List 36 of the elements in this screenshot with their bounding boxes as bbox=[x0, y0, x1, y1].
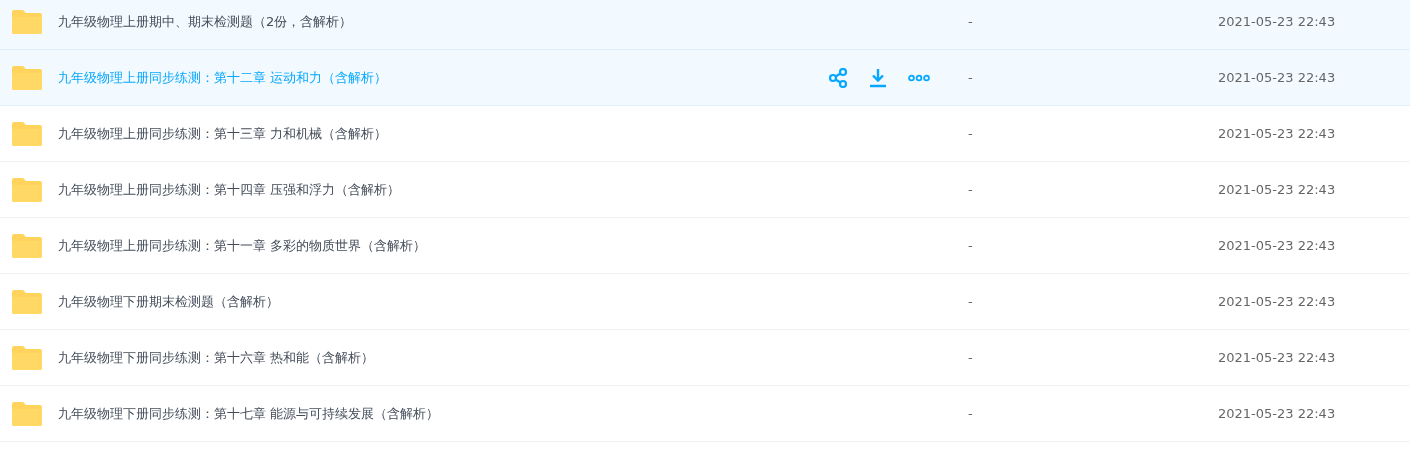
file-name[interactable]: 九年级物理上册同步练测：第十一章 多彩的物质世界（含解析） bbox=[58, 236, 818, 255]
modified-date: 2021-05-23 22:43 bbox=[1218, 182, 1336, 197]
folder-icon bbox=[11, 232, 43, 259]
file-row[interactable]: 九年级物理上册期中、期末检测题（2份，含解析） - 2021-05-23 22:43 bbox=[0, 0, 1410, 50]
file-name[interactable]: 九年级物理上册同步练测：第十三章 力和机械（含解析） bbox=[58, 124, 818, 143]
file-size: - bbox=[968, 406, 974, 421]
folder-icon bbox=[11, 120, 43, 147]
folder-icon bbox=[11, 64, 43, 91]
modified-date: 2021-05-23 22:43 bbox=[1218, 294, 1336, 309]
folder-icon bbox=[11, 400, 43, 427]
modified-date: 2021-05-23 22:43 bbox=[1218, 70, 1336, 85]
file-name[interactable]: 九年级物理下册期末检测题（含解析） bbox=[58, 292, 818, 311]
modified-date: 2021-05-23 22:43 bbox=[1218, 238, 1336, 253]
file-size: - bbox=[968, 126, 974, 141]
more-icon[interactable] bbox=[908, 73, 930, 82]
file-name[interactable]: 九年级物理上册同步练测：第十四章 压强和浮力（含解析） bbox=[58, 180, 818, 199]
modified-date: 2021-05-23 22:43 bbox=[1218, 350, 1336, 365]
file-size: - bbox=[968, 70, 974, 85]
file-name[interactable]: 九年级物理上册期中、期末检测题（2份，含解析） bbox=[58, 12, 818, 31]
folder-icon bbox=[11, 288, 43, 315]
file-name[interactable]: 九年级物理下册同步练测：第十六章 热和能（含解析） bbox=[58, 348, 818, 367]
modified-date: 2021-05-23 22:43 bbox=[1218, 406, 1336, 421]
download-icon[interactable] bbox=[868, 67, 888, 88]
folder-icon bbox=[11, 344, 43, 371]
modified-date: 2021-05-23 22:43 bbox=[1218, 14, 1336, 29]
file-name[interactable]: 九年级物理下册同步练测：第十七章 能源与可持续发展（含解析） bbox=[58, 404, 818, 423]
folder-icon bbox=[11, 176, 43, 203]
file-size: - bbox=[968, 182, 974, 197]
file-row[interactable]: 九年级物理上册同步练测：第十二章 运动和力（含解析） - 2021-05-23 22:43 bbox=[0, 50, 1410, 106]
share-icon[interactable] bbox=[828, 67, 848, 88]
file-size: - bbox=[968, 14, 974, 29]
folder-icon bbox=[11, 8, 43, 35]
file-size: - bbox=[968, 238, 974, 253]
file-size: - bbox=[968, 350, 974, 365]
modified-date: 2021-05-23 22:43 bbox=[1218, 126, 1336, 141]
file-size: - bbox=[968, 294, 974, 309]
